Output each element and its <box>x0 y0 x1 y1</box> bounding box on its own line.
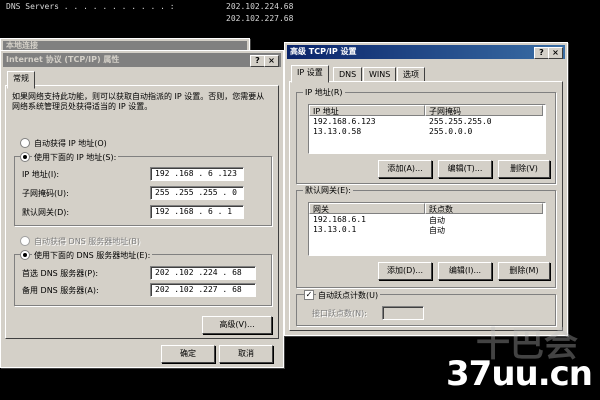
subnet-mask-label: 子网掩码(U): <box>22 189 69 198</box>
ip-row-1-mask[interactable]: 255.255.255.0 <box>429 117 492 126</box>
advanced-help-button[interactable]: ? <box>534 47 549 59</box>
manual-dns-label: 使用下面的 DNS 服务器地址(E): <box>32 250 153 261</box>
ip-row-2-ip[interactable]: 13.13.0.58 <box>313 127 361 136</box>
close-button[interactable]: × <box>264 55 279 67</box>
gw-row-2-metric[interactable]: 自动 <box>429 225 445 236</box>
manual-dns-group <box>14 254 272 306</box>
cancel-button[interactable]: 取消 <box>219 345 273 363</box>
gateway-list[interactable]: 网关 跃点数 192.168.6.1 自动 13.13.0.1 自动 <box>308 202 546 256</box>
general-panel: 如果网络支持此功能，则可以获取自动指派的 IP 设置。否则，您需要从网络系统管理… <box>5 85 279 339</box>
edit-ip-button[interactable]: 编辑(T)... <box>438 160 492 178</box>
auto-ip-label: 自动获得 IP 地址(O) <box>34 139 107 148</box>
ip-row-2-mask[interactable]: 255.0.0.0 <box>429 127 472 136</box>
alternate-dns-field[interactable]: 202 .102 .227 . 68 <box>150 283 256 297</box>
ip-address-list[interactable]: IP 地址 子网掩码 192.168.6.123 255.255.255.0 1… <box>308 104 546 154</box>
ip-address-group-label: IP 地址(R) <box>303 87 345 98</box>
watermark-site: 37uu.cn <box>446 354 593 394</box>
auto-metric-checkbox[interactable]: ✓ <box>304 290 314 300</box>
add-gateway-button[interactable]: 添加(D)... <box>378 262 432 280</box>
advanced-dialog-titlebar: 高级 TCP/IP 设置 <box>287 45 565 59</box>
metric-col-header[interactable]: 跃点数 <box>425 203 543 214</box>
alternate-dns-label: 备用 DNS 服务器(A): <box>22 286 99 295</box>
intro-text: 如果网络支持此功能，则可以获取自动指派的 IP 设置。否则，您需要从网络系统管理… <box>12 92 265 111</box>
tab-ip-settings[interactable]: IP 设置 <box>291 65 329 83</box>
console-dns-1: 202.102.224.68 <box>226 2 294 11</box>
gw-row-2-gateway[interactable]: 13.13.0.1 <box>313 225 356 234</box>
auto-dns-label: 自动获得 DNS 服务器地址(B) <box>34 237 141 246</box>
auto-ip-radio[interactable] <box>20 138 30 148</box>
gw-row-1-gateway[interactable]: 192.168.6.1 <box>313 215 366 224</box>
mask-col-header[interactable]: 子网掩码 <box>425 105 543 116</box>
help-button[interactable]: ? <box>250 55 265 67</box>
default-gateway-label: 默认网关(D): <box>22 208 70 217</box>
manual-dns-radio[interactable] <box>20 250 30 260</box>
edit-gateway-button[interactable]: 编辑(I)... <box>438 262 492 280</box>
ok-button[interactable]: 确定 <box>161 345 215 363</box>
preferred-dns-field[interactable]: 202 .102 .224 . 68 <box>150 266 256 280</box>
gateway-group-label: 默认网关(E): <box>303 185 353 196</box>
advanced-tcpip-dialog: 高级 TCP/IP 设置 ? × IP 设置 DNS WINS 选项 IP 地址… <box>284 42 568 336</box>
tcpip-properties-dialog: Internet 协议 (TCP/IP) 属性 ? × 常规 如果网络支持此功能… <box>0 50 284 368</box>
delete-ip-button[interactable]: 删除(V) <box>498 160 550 178</box>
delete-gateway-button[interactable]: 删除(M) <box>498 262 550 280</box>
tab-general[interactable]: 常规 <box>7 71 35 89</box>
auto-dns-radio[interactable] <box>20 236 30 246</box>
advanced-close-button[interactable]: × <box>548 47 563 59</box>
interface-metric-label: 接口跃点数(N): <box>312 309 367 318</box>
auto-metric-label: 自动跃点计数(U) <box>316 290 381 301</box>
ip-col-header[interactable]: IP 地址 <box>309 105 425 116</box>
tcpip-dialog-title: Internet 协议 (TCP/IP) 属性 <box>6 55 120 64</box>
ip-address-field[interactable]: 192 .168 . 6 .123 <box>150 167 244 181</box>
tcpip-dialog-titlebar: Internet 协议 (TCP/IP) 属性 <box>3 53 281 67</box>
add-ip-button[interactable]: 添加(A)... <box>378 160 432 178</box>
ip-address-label: IP 地址(I): <box>22 170 60 179</box>
interface-metric-field <box>382 306 424 320</box>
advanced-dialog-title: 高级 TCP/IP 设置 <box>290 47 357 56</box>
subnet-mask-field[interactable]: 255 .255 .255 . 0 <box>150 186 244 200</box>
manual-ip-label: 使用下面的 IP 地址(S): <box>32 152 119 163</box>
gateway-col-header[interactable]: 网关 <box>309 203 425 214</box>
console-dns-label: DNS Servers . . . . . . . . . . . : <box>6 2 175 11</box>
preferred-dns-label: 首选 DNS 服务器(P): <box>22 269 99 278</box>
manual-ip-radio[interactable] <box>20 152 30 162</box>
advanced-button[interactable]: 高级(V)... <box>202 316 272 334</box>
default-gateway-field[interactable]: 192 .168 . 6 . 1 <box>150 205 244 219</box>
console-dns-2: 202.102.227.68 <box>226 14 294 23</box>
ip-row-1-ip[interactable]: 192.168.6.123 <box>313 117 376 126</box>
ip-settings-panel: IP 地址(R) IP 地址 子网掩码 192.168.6.123 255.25… <box>289 81 563 331</box>
